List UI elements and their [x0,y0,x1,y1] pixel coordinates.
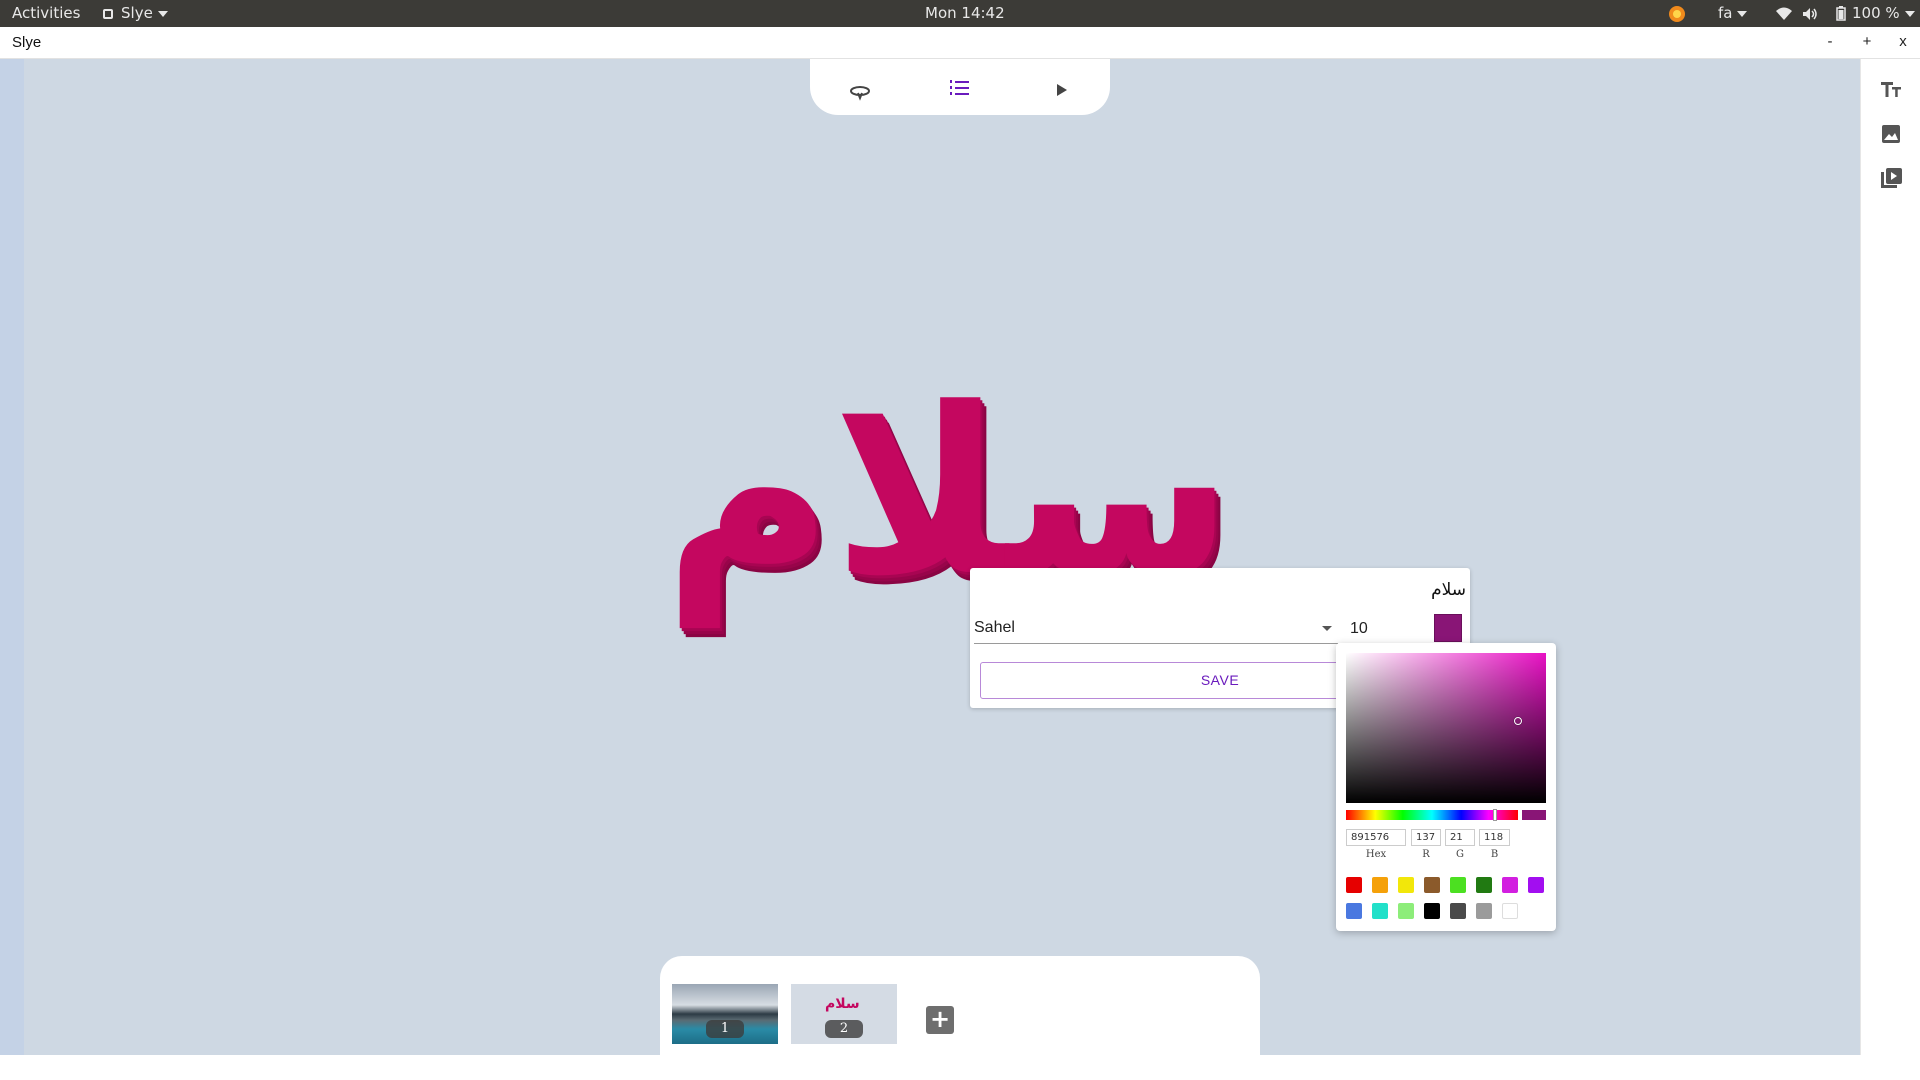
chevron-down-icon [1904,10,1915,17]
clock[interactable]: Mon 14:42 [925,0,1005,27]
chevron-down-icon [157,10,168,17]
battery-label: 100 % [1852,4,1900,22]
hex-label: Hex [1365,849,1387,860]
window-bottom-edge [0,1055,1920,1080]
preset-color-swatch[interactable] [1502,877,1518,893]
preset-colors [1346,877,1550,923]
firefox-status-icon[interactable] [1668,0,1686,27]
slide-thumbnail[interactable]: 1 [672,984,778,1044]
add-slide-button[interactable]: + [926,1006,954,1034]
b-label: B [1490,849,1499,860]
window-title: Slye [12,34,42,51]
system-top-bar: Activities Slye Mon 14:42 fa 100 % [0,0,1920,27]
g-input[interactable] [1445,829,1475,846]
battery-status[interactable]: 100 % [1836,0,1915,27]
g-label: G [1456,849,1464,860]
preset-color-swatch[interactable] [1476,903,1492,919]
b-input[interactable] [1479,829,1510,846]
slide-thumbnail[interactable]: سلام 2 [791,984,897,1044]
preset-color-swatch[interactable] [1450,903,1466,919]
preset-color-swatch[interactable] [1346,877,1362,893]
wifi-icon[interactable] [1776,0,1792,27]
font-select[interactable]: Sahel [974,614,1338,644]
preset-color-swatch[interactable] [1424,877,1440,893]
app-menu-label: Slye [121,4,153,22]
font-select-value: Sahel [974,619,1015,636]
presentation-canvas[interactable]: سلام سلام Sahel SAVE Hex R G B [24,59,1860,1055]
app-window-icon [103,8,113,19]
left-edge-strip [0,59,24,1055]
r-label: R [1422,849,1430,860]
preset-color-swatch[interactable] [1372,903,1388,919]
volume-icon[interactable] [1802,0,1818,27]
text-icon[interactable] [1878,77,1904,103]
battery-icon [1836,6,1846,21]
slide-number: 2 [825,1020,863,1038]
preset-color-swatch[interactable] [1528,877,1544,893]
hex-input[interactable] [1346,829,1406,846]
preset-color-swatch[interactable] [1346,903,1362,919]
play-icon[interactable] [1046,75,1076,105]
color-cursor[interactable] [1514,717,1522,725]
window-title-bar: Slye - + x [0,27,1920,59]
rotate-icon[interactable] [845,75,875,105]
preset-color-swatch[interactable] [1424,903,1440,919]
right-tool-panel [1860,59,1920,1055]
slide-number: 1 [706,1020,744,1038]
preset-color-swatch[interactable] [1502,903,1518,919]
slides-bar: 1 سلام 2 + [660,956,1260,1055]
chevron-down-icon [1322,626,1332,631]
close-button[interactable]: x [1893,32,1913,52]
color-picker: Hex R G B [1336,643,1556,931]
text-input[interactable]: سلام [1431,580,1466,600]
app-menu[interactable]: Slye [103,0,168,27]
hue-slider[interactable] [1346,809,1518,821]
current-color-preview [1522,810,1546,820]
preset-color-swatch[interactable] [1450,877,1466,893]
top-toolbar [810,59,1110,115]
list-icon[interactable] [945,75,975,105]
preset-color-swatch[interactable] [1372,877,1388,893]
activities-button[interactable]: Activities [12,0,80,27]
color-fields: Hex R G B [1346,829,1546,863]
preset-color-swatch[interactable] [1476,877,1492,893]
minimize-button[interactable]: - [1820,32,1840,52]
color-swatch-button[interactable] [1434,614,1462,642]
r-input[interactable] [1411,829,1441,846]
preset-color-swatch[interactable] [1398,903,1414,919]
chevron-down-icon [1737,10,1748,17]
hue-slider-handle[interactable] [1493,809,1497,821]
maximize-button[interactable]: + [1857,32,1877,52]
image-icon[interactable] [1878,121,1904,147]
video-icon[interactable] [1878,165,1904,191]
keyboard-layout-label: fa [1718,4,1733,22]
font-size-input[interactable] [1350,614,1420,644]
keyboard-layout[interactable]: fa [1718,0,1748,27]
slide-preview-text: سلام [825,996,860,1012]
saturation-value-area[interactable] [1346,653,1546,803]
preset-color-swatch[interactable] [1398,877,1414,893]
